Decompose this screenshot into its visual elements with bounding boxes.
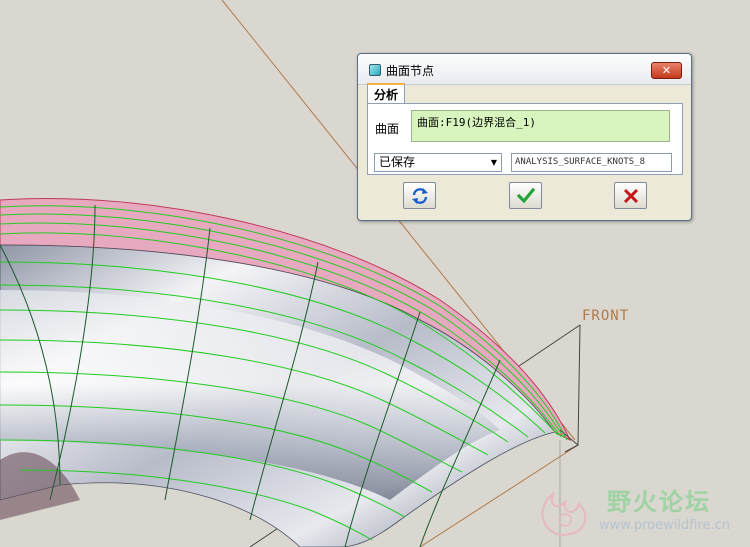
repeat-button[interactable] [403, 182, 436, 209]
cancel-button[interactable] [614, 182, 647, 209]
surface-label: 曲面 [375, 122, 400, 136]
dialog-title: 曲面节点 [386, 64, 435, 78]
dialog-titlebar[interactable]: 曲面节点 ✕ [358, 54, 691, 85]
surface-knots-dialog: 曲面节点 ✕ 分析 曲面 曲面:F19(边界混合_1) 已保存 ▼ ANALYS… [357, 53, 692, 221]
forum-watermark: 野火论坛 www.proewildfire.cn [535, 480, 745, 540]
x-icon [623, 188, 639, 204]
close-button[interactable]: ✕ [651, 62, 682, 79]
surface-collector-field[interactable]: 曲面:F19(边界混合_1) [411, 110, 670, 142]
save-status-select[interactable]: 已保存 ▼ [374, 153, 502, 172]
datum-front-label: FRONT [582, 308, 630, 324]
flame-logo-icon [541, 491, 587, 537]
chevron-down-icon: ▼ [490, 158, 497, 167]
watermark-title: 野火论坛 [607, 488, 711, 516]
ok-button[interactable] [509, 182, 542, 209]
analysis-name-value: ANALYSIS_SURFACE_KNOTS_8 [515, 157, 646, 167]
tab-analysis[interactable]: 分析 [367, 83, 405, 104]
analysis-name-input[interactable]: ANALYSIS_SURFACE_KNOTS_8 [511, 153, 672, 172]
analysis-panel: 曲面 曲面:F19(边界混合_1) 已保存 ▼ ANALYSIS_SURFACE… [367, 103, 683, 175]
watermark-url: www.proewildfire.cn [599, 518, 730, 533]
dialog-app-icon [369, 64, 381, 76]
save-status-value: 已保存 [379, 155, 416, 169]
repeat-icon [412, 188, 428, 204]
close-icon: ✕ [661, 64, 672, 77]
surface-value: 曲面:F19(边界混合_1) [417, 116, 536, 129]
checkmark-icon [516, 187, 536, 204]
datum-axis-line [577, 324, 581, 446]
